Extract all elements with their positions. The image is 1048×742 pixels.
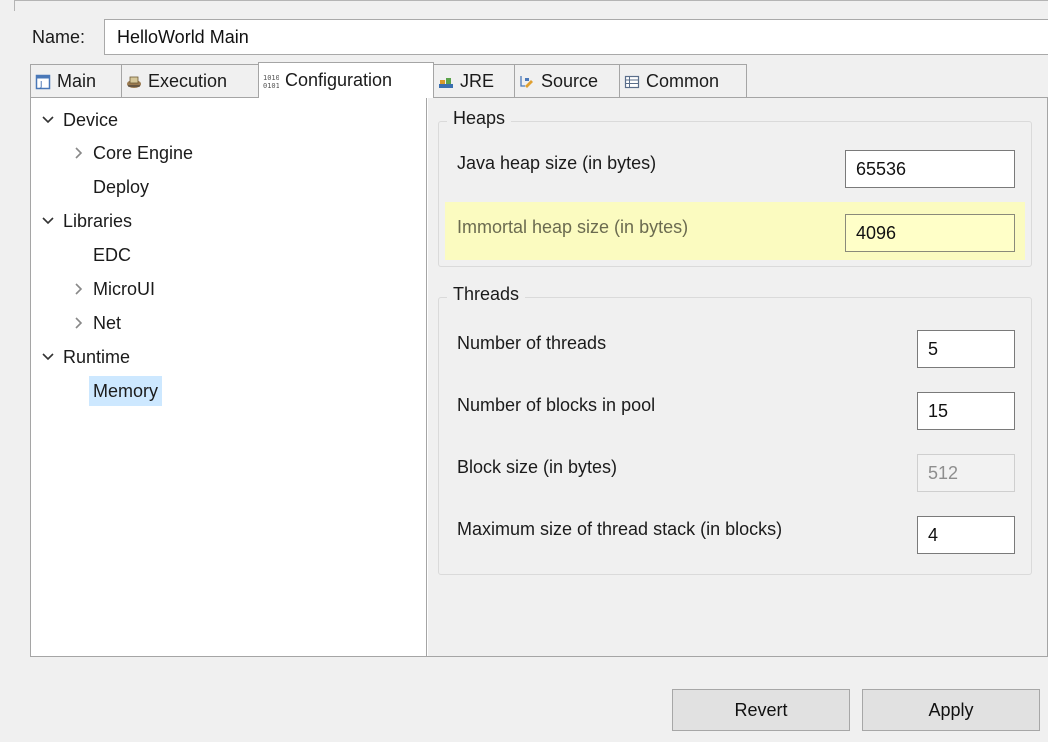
max-stack-field[interactable] <box>917 516 1015 554</box>
chevron-down-icon[interactable] <box>41 350 55 364</box>
revert-button[interactable]: Revert <box>672 689 850 731</box>
jre-icon <box>438 74 454 90</box>
max-stack-label: Maximum size of thread stack (in blocks) <box>457 519 783 539</box>
window-edge <box>14 0 1048 11</box>
tree-item-microui[interactable]: MicroUI <box>71 274 155 304</box>
block-size-label: Block size (in bytes) <box>457 457 618 477</box>
heaps-title: Heaps <box>447 108 512 129</box>
source-icon <box>519 74 535 90</box>
tab-bar: J Main Execution 1010 0101 Configuration … <box>30 62 1048 98</box>
tab-configuration-label: Configuration <box>285 70 393 90</box>
immortal-heap-row: Immortal heap size (in bytes) <box>445 202 1025 260</box>
svg-text:J: J <box>39 80 42 89</box>
tab-source-label: Source <box>541 71 599 91</box>
java-heap-label: Java heap size (in bytes) <box>457 153 657 173</box>
apply-button[interactable]: Apply <box>862 689 1040 731</box>
block-size-row: Block size (in bytes) <box>445 442 1025 500</box>
immortal-heap-label: Immortal heap size (in bytes) <box>457 217 689 237</box>
immortal-heap-field[interactable] <box>845 214 1015 252</box>
blocks-pool-row: Number of blocks in pool <box>445 380 1025 438</box>
blocks-pool-label: Number of blocks in pool <box>457 395 656 415</box>
execution-icon <box>126 74 142 90</box>
tab-jre[interactable]: JRE <box>433 64 515 98</box>
tree-item-device[interactable]: Device <box>41 105 118 135</box>
settings-area: Heaps Java heap size (in bytes) Immortal… <box>428 98 1047 656</box>
num-threads-label: Number of threads <box>457 333 607 353</box>
tab-execution-label: Execution <box>148 71 228 91</box>
name-label: Name: <box>32 27 86 47</box>
common-icon <box>624 74 640 90</box>
name-input[interactable] <box>104 19 1048 55</box>
tab-jre-label: JRE <box>460 71 495 91</box>
tree-item-deploy[interactable]: Deploy <box>93 172 149 202</box>
heaps-group: Heaps Java heap size (in bytes) Immortal… <box>438 108 1032 267</box>
tree-item-edc[interactable]: EDC <box>93 240 131 270</box>
tree-item-libraries[interactable]: Libraries <box>41 206 132 236</box>
main-tab-icon: J <box>35 74 51 90</box>
svg-text:0101: 0101 <box>263 82 279 89</box>
threads-group: Threads Number of threads Number of bloc… <box>438 284 1032 575</box>
tab-source[interactable]: Source <box>514 64 620 98</box>
tree-item-net[interactable]: Net <box>71 308 121 338</box>
tab-common-label: Common <box>646 71 720 91</box>
java-heap-row: Java heap size (in bytes) <box>445 138 1025 196</box>
chevron-right-icon[interactable] <box>71 282 85 296</box>
tab-main-label: Main <box>57 71 97 91</box>
svg-text:1010: 1010 <box>263 74 279 82</box>
tab-main[interactable]: J Main <box>30 64 122 98</box>
chevron-down-icon[interactable] <box>41 113 55 127</box>
chevron-down-icon[interactable] <box>41 214 55 228</box>
block-size-field <box>917 454 1015 492</box>
chevron-right-icon[interactable] <box>71 316 85 330</box>
threads-title: Threads <box>447 284 526 305</box>
blocks-pool-field[interactable] <box>917 392 1015 430</box>
configuration-panel: Device Core Engine Deploy Libraries EDC … <box>30 97 1048 657</box>
max-stack-row: Maximum size of thread stack (in blocks) <box>445 504 1025 562</box>
java-heap-field[interactable] <box>845 150 1015 188</box>
tree-item-memory[interactable]: Memory <box>89 376 163 406</box>
chevron-right-icon[interactable] <box>71 146 85 160</box>
tab-common[interactable]: Common <box>619 64 747 98</box>
tree-item-runtime[interactable]: Runtime <box>41 342 130 372</box>
tab-configuration[interactable]: 1010 0101 Configuration <box>258 62 434 98</box>
tab-execution[interactable]: Execution <box>121 64 259 98</box>
tree-item-core-engine[interactable]: Core Engine <box>71 138 193 168</box>
configuration-icon: 1010 0101 <box>263 73 279 89</box>
num-threads-row: Number of threads <box>445 318 1025 376</box>
config-tree: Device Core Engine Deploy Libraries EDC … <box>31 98 427 656</box>
num-threads-field[interactable] <box>917 330 1015 368</box>
